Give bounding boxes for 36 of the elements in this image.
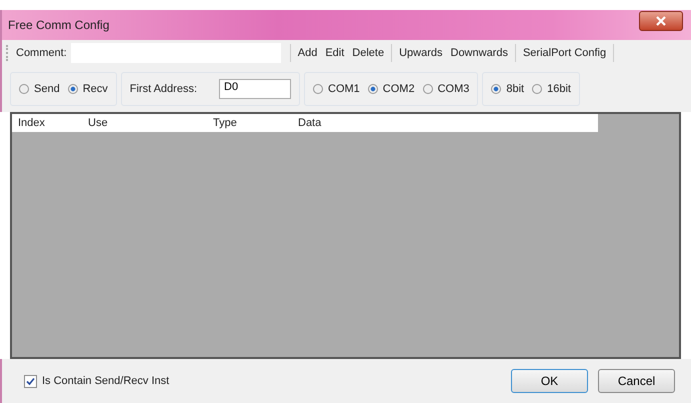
check-icon [26,376,35,386]
grip-icon [6,45,10,61]
toolbar-button[interactable]: SerialPort Config [518,47,610,59]
radio-option[interactable]: COM1 [313,83,360,95]
address-field[interactable]: D0 [219,79,292,99]
window-title: Free Comm Config [8,18,110,32]
radio-button[interactable] [313,84,324,94]
radio-option[interactable]: COM3 [422,83,470,95]
radio-option[interactable]: 16bit [532,83,571,95]
toolbar-button[interactable]: Add [294,47,322,59]
radio-option[interactable]: Recv [68,83,108,95]
comment-label: Comment: [16,47,67,59]
dialog-button[interactable]: OK [511,369,588,393]
toolbar-button[interactable]: Downwards [446,47,512,59]
radio-option[interactable]: 8bit [491,83,524,95]
radio-button[interactable] [368,84,378,94]
toolbar-button[interactable]: Upwards [395,47,446,59]
toolbar-button[interactable]: Edit [321,47,348,59]
close-button[interactable] [639,11,683,31]
radio-button[interactable] [491,84,502,94]
column-header[interactable]: Use [82,117,207,129]
checkbox-option[interactable]: Is Contain Send/Recv Inst [24,374,170,388]
close-icon [655,16,667,26]
radio-option[interactable]: Send [19,83,60,95]
dialog-button[interactable]: Cancel [598,369,675,393]
radio-button[interactable] [532,84,542,94]
column-header[interactable]: Index [12,117,82,129]
radio-button[interactable] [68,84,78,94]
toolbar-button[interactable]: Delete [348,47,388,59]
radio-option[interactable]: COM2 [368,83,415,95]
radio-button[interactable] [422,84,433,94]
checkbox[interactable] [24,374,37,388]
field-label: First Address: [130,83,198,95]
column-header[interactable]: Data [292,117,592,129]
radio-button[interactable] [19,84,29,94]
column-header[interactable]: Type [207,117,292,129]
